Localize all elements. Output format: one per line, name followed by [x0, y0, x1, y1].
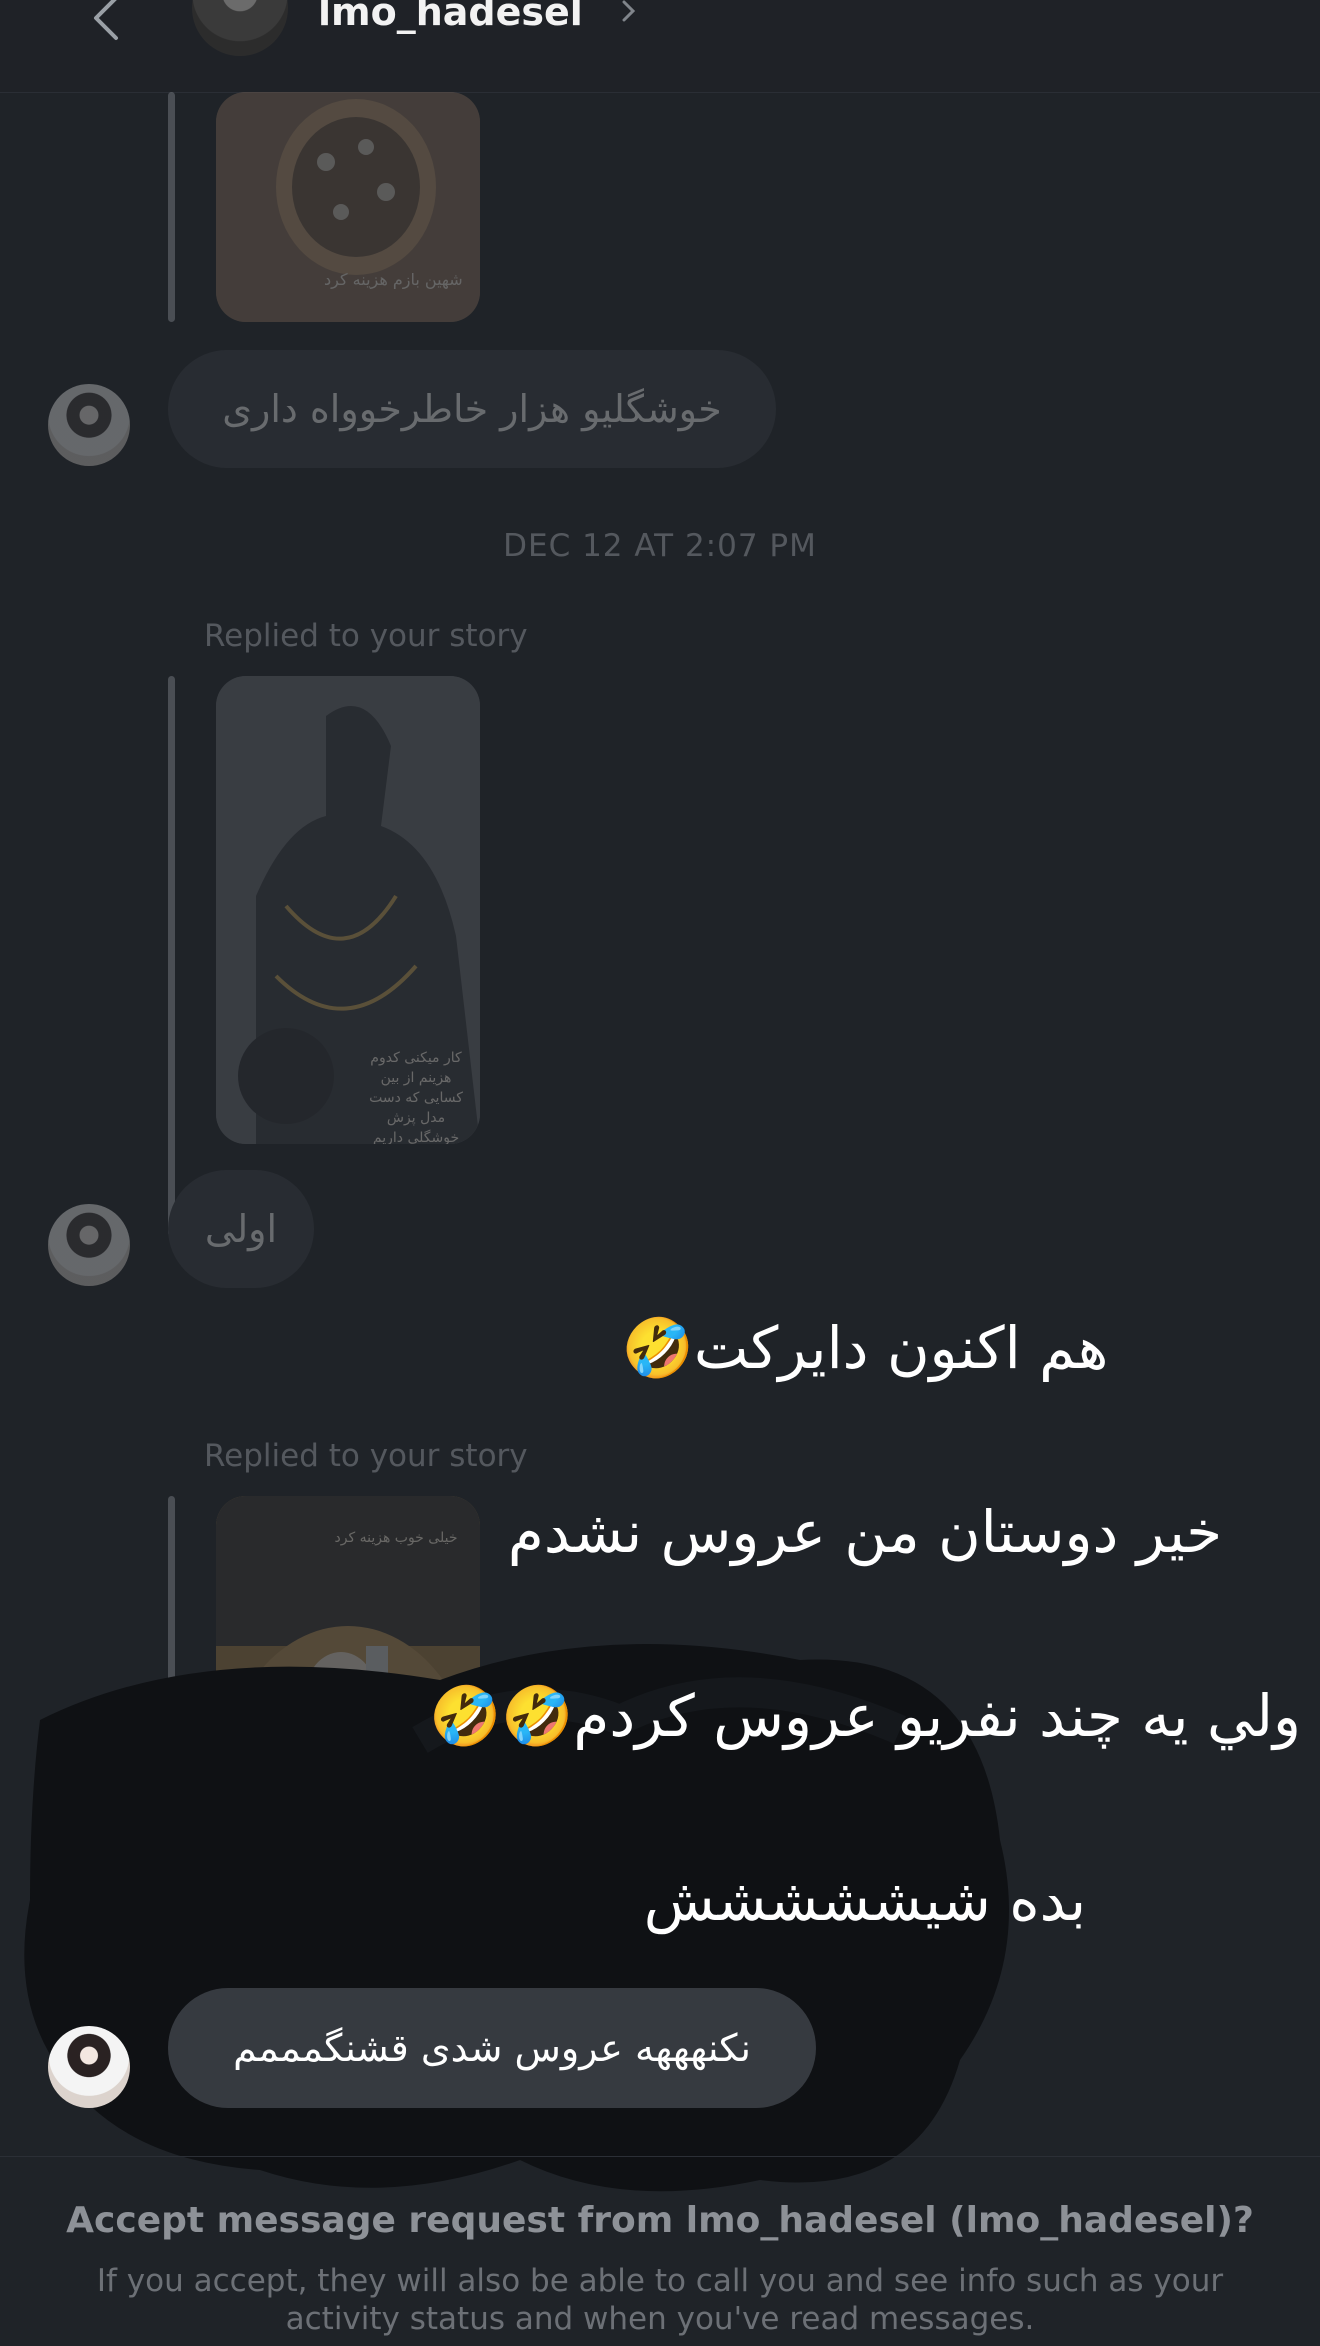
- message-bubble[interactable]: اولی: [168, 1170, 314, 1288]
- overlay-line: بده شیششششش: [643, 1866, 1087, 1934]
- message-timestamp: DEC 12 AT 2:07 PM: [503, 528, 817, 564]
- overlay-line: هم اکنون دایرکت🤣: [621, 1314, 1109, 1382]
- sender-avatar[interactable]: [48, 1204, 130, 1286]
- reply-indicator-line: [168, 676, 175, 1236]
- story-caption: شهین بازم هزینه کرد: [324, 270, 463, 289]
- footer-divider: [0, 2156, 1320, 2157]
- reply-indicator-line: [168, 92, 175, 322]
- message-bubble[interactable]: خوشگلیو هزار خاطرخوواه داری: [168, 350, 776, 468]
- header-username[interactable]: lmo_hadesel: [318, 0, 583, 34]
- chevron-right-icon[interactable]: [618, 0, 640, 22]
- header-avatar[interactable]: [192, 0, 288, 56]
- story-thumbnail[interactable]: شهین بازم هزینه کرد: [216, 92, 480, 322]
- overlay-line: ولي يه چند نفریو عروس کردم🤣🤣: [428, 1682, 1302, 1750]
- story-thumbnail[interactable]: کار میکنی کدوم هزینم از بین کسایی که دست…: [216, 676, 480, 1144]
- chat-header: lmo_hadesel: [0, 0, 1320, 93]
- replied-to-story-label: Replied to your story: [204, 618, 528, 654]
- sender-avatar[interactable]: [48, 2026, 130, 2108]
- accept-request-title: Accept message request from lmo_hadesel …: [66, 2200, 1254, 2241]
- overlay-line: خیر دوستان من عروس نشدم: [507, 1498, 1223, 1566]
- accept-request-subtitle: If you accept, they will also be able to…: [96, 2263, 1224, 2337]
- story-caption: کار میکنی کدوم هزینم از بین کسایی که دست…: [369, 1050, 463, 1144]
- sender-avatar[interactable]: [48, 384, 130, 466]
- overlay-caption: هم اکنون دایرکت🤣 خیر دوستان من عروس نشدم…: [420, 1210, 1310, 2038]
- back-arrow-icon[interactable]: [80, 0, 130, 46]
